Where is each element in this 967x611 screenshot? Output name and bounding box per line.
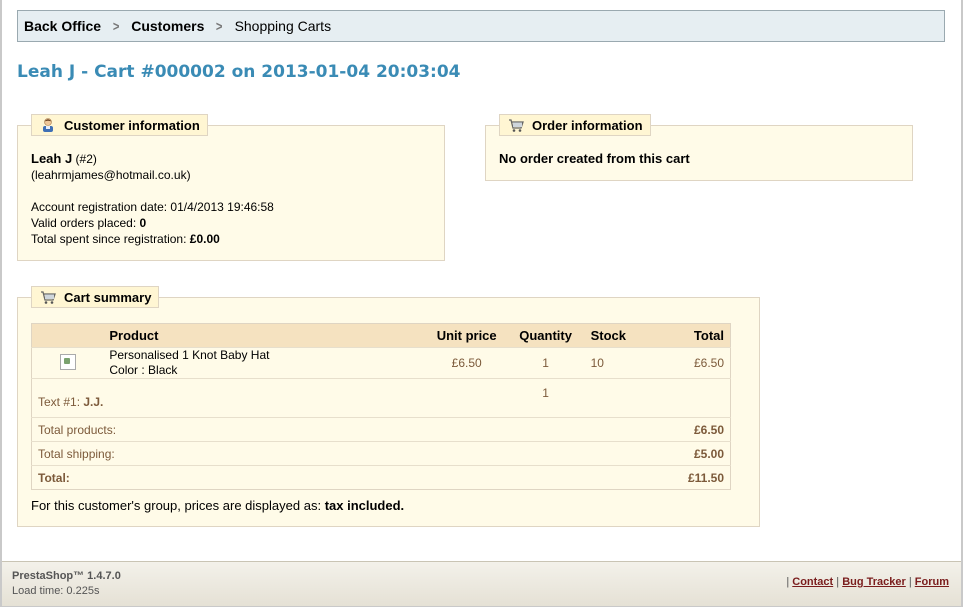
breadcrumb-separator-icon: > [216, 18, 223, 34]
customer-information-legend: Customer information [31, 114, 208, 136]
product-cell: Personalised 1 Knot Baby Hat Color : Bla… [103, 347, 427, 379]
breadcrumb-back-office[interactable]: Back Office [24, 18, 101, 34]
customization-quantity: 1 [506, 378, 585, 418]
customer-id: (#2) [75, 152, 97, 166]
footer-links: | Contact | Bug Tracker | Forum [786, 576, 949, 588]
order-information-panel: Order information No order created from … [485, 114, 913, 181]
product-quantity: 1 [506, 347, 585, 379]
column-header-stock: Stock [584, 323, 645, 348]
registration-date-value: 01/4/2013 19:46:58 [170, 200, 274, 214]
product-name[interactable]: Personalised 1 Knot Baby Hat [109, 348, 420, 363]
breadcrumb-customers[interactable]: Customers [131, 18, 204, 34]
customer-information-title: Customer information [64, 117, 200, 133]
column-header-unit-price: Unit price [426, 323, 507, 348]
valid-orders-label: Valid orders placed: [31, 216, 137, 230]
tax-display-note: For this customer's group, prices are di… [31, 498, 404, 513]
column-header-quantity: Quantity [506, 323, 585, 348]
order-information-title: Order information [532, 117, 643, 133]
footer-separator: | [836, 576, 840, 588]
forum-link[interactable]: Forum [915, 576, 949, 588]
total-products-label: Total products: [31, 417, 645, 442]
product-stock: 10 [584, 347, 645, 379]
column-header-total: Total [644, 323, 731, 348]
total-products-row: Total products: £6.50 [31, 417, 731, 442]
total-shipping-row: Total shipping: £5.00 [31, 441, 731, 466]
contact-link[interactable]: Contact [792, 576, 833, 588]
tax-note-text: For this customer's group, prices are di… [31, 498, 322, 513]
customer-information-panel: Customer information Leah J (#2) (leahrm… [17, 114, 445, 261]
customization-value: J.J. [83, 395, 104, 409]
table-row: Personalised 1 Knot Baby Hat Color : Bla… [31, 347, 731, 379]
tax-note-value: tax included. [324, 498, 405, 513]
grand-total-value: £11.50 [644, 465, 731, 490]
product-total: £6.50 [644, 347, 731, 379]
cart-summary-legend: Cart summary [31, 286, 160, 308]
empty-cell [644, 378, 731, 418]
footer-separator: | [786, 576, 790, 588]
customer-icon [40, 117, 56, 133]
breadcrumb: Back Office > Customers > Shopping Carts [17, 10, 945, 42]
page-title: Leah J - Cart #000002 on 2013-01-04 20:0… [17, 62, 461, 82]
customer-details: Leah J (#2) (leahrmjames@hotmail.co.uk) … [31, 151, 274, 247]
table-header-row: Product Unit price Quantity Stock Total [31, 323, 731, 348]
customization-cell: Text #1: J.J. [31, 378, 427, 418]
total-spent-label: Total spent since registration: [31, 232, 187, 246]
cart-icon [508, 117, 524, 133]
product-image-cell [31, 347, 104, 379]
breadcrumb-shopping-carts: Shopping Carts [234, 18, 332, 34]
load-time: Load time: 0.225s [12, 585, 100, 597]
total-shipping-value: £5.00 [644, 441, 731, 466]
total-products-value: £6.50 [644, 417, 731, 442]
cart-summary-title: Cart summary [64, 289, 152, 305]
column-header-image [31, 323, 104, 348]
empty-cell [584, 378, 645, 418]
total-shipping-label: Total shipping: [31, 441, 645, 466]
product-unit-price: £6.50 [426, 347, 507, 379]
total-spent-value: £0.00 [189, 232, 220, 246]
bug-tracker-link[interactable]: Bug Tracker [842, 576, 906, 588]
customer-email: (leahrmjames@hotmail.co.uk) [31, 168, 191, 182]
cart-summary-panel: Cart summary Product Unit price Quantity… [17, 286, 760, 527]
customization-label: Text #1: [38, 395, 81, 409]
cart-table: Product Unit price Quantity Stock Total … [31, 323, 731, 490]
registration-date-label: Account registration date: [31, 200, 168, 214]
grand-total-label: Total: [31, 465, 645, 490]
app-version: PrestaShop™ 1.4.7.0 [12, 570, 121, 582]
grand-total-row: Total: £11.50 [31, 465, 731, 490]
customer-name: Leah J [31, 151, 73, 166]
cart-icon [40, 289, 56, 305]
footer: PrestaShop™ 1.4.7.0 Load time: 0.225s | … [2, 561, 961, 606]
product-image-icon[interactable] [59, 353, 76, 370]
valid-orders-value: 0 [139, 216, 147, 230]
column-header-product: Product [103, 323, 427, 348]
footer-separator: | [908, 576, 912, 588]
customization-row: Text #1: J.J. 1 [31, 378, 731, 418]
no-order-message: No order created from this cart [499, 151, 690, 166]
breadcrumb-separator-icon: > [112, 18, 120, 34]
order-information-legend: Order information [499, 114, 651, 136]
product-attribute: Color : Black [109, 363, 178, 377]
empty-cell [426, 378, 507, 418]
